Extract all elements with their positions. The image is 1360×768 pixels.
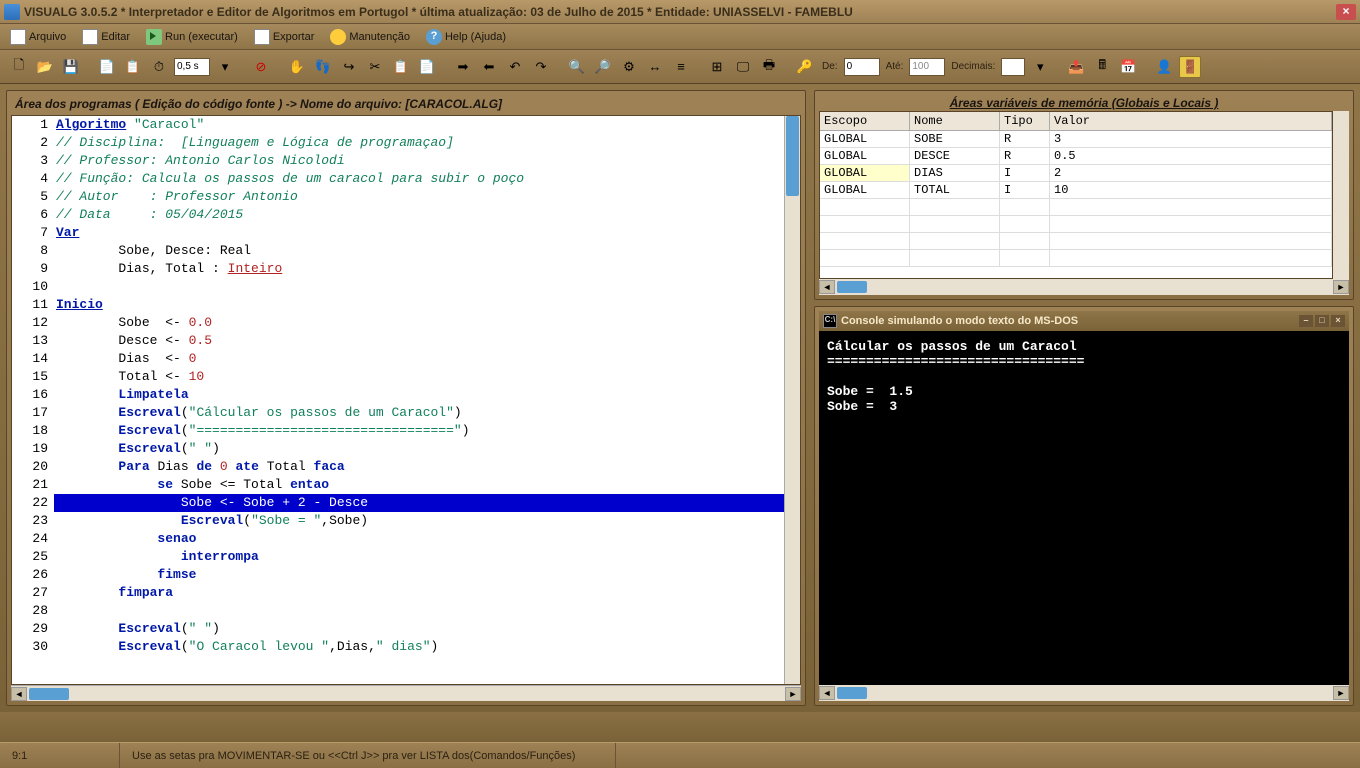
console-close-button[interactable]: × <box>1331 315 1345 327</box>
decimais-input[interactable] <box>1001 58 1025 76</box>
vars-hscrollbar[interactable]: ◄ ► <box>819 279 1349 295</box>
help-icon: ? <box>426 29 442 45</box>
console-title: Console simulando o modo texto do MS-DOS <box>841 315 1078 327</box>
variables-body[interactable]: GLOBALSOBER3GLOBALDESCER0.5GLOBALDIASI2G… <box>820 131 1332 278</box>
menu-run[interactable]: Run (executar) <box>140 27 244 47</box>
run-icon <box>146 29 162 45</box>
decimais-label: Decimais: <box>951 61 995 72</box>
console-minimize-button[interactable]: – <box>1299 315 1313 327</box>
variable-row[interactable]: GLOBALDESCER0.5 <box>820 148 1332 165</box>
menu-manutencao[interactable]: Manutenção <box>324 27 416 47</box>
variable-row[interactable]: GLOBALTOTALI10 <box>820 182 1332 199</box>
step-button[interactable]: 👣 <box>312 56 334 78</box>
scroll-right-icon[interactable]: ► <box>785 687 801 701</box>
open-button[interactable]: 📂 <box>34 56 56 78</box>
exit-button[interactable]: 🚪 <box>1179 56 1201 78</box>
statusbar: 9:1 Use as setas pra MOVIMENTAR-SE ou <<… <box>0 742 1360 768</box>
code-editor[interactable]: Algoritmo "Caracol"// Disciplina: [Lingu… <box>54 116 784 684</box>
step-over-button[interactable]: ↪ <box>338 56 360 78</box>
stop-button[interactable]: ⊘ <box>250 56 272 78</box>
paste-button[interactable]: 📄 <box>416 56 438 78</box>
editor-header: Área dos programas ( Edição do código fo… <box>11 95 801 113</box>
dropdown2-button[interactable]: ▾ <box>1029 56 1051 78</box>
menu-exportar[interactable]: Exportar <box>248 27 321 47</box>
window-button[interactable]: ⊞ <box>706 56 728 78</box>
dropdown-button[interactable]: ▾ <box>214 56 236 78</box>
de-input[interactable] <box>844 58 880 76</box>
console-maximize-button[interactable]: □ <box>1315 315 1329 327</box>
export-icon <box>254 29 270 45</box>
editor-vscrollbar[interactable] <box>784 116 800 684</box>
file-icon <box>10 29 26 45</box>
variables-title: Áreas variáveis de memória (Globais e Lo… <box>819 95 1349 111</box>
app-icon <box>4 4 20 20</box>
scroll-left-icon[interactable]: ◄ <box>11 687 27 701</box>
calc-button[interactable]: 🖩 <box>1091 56 1113 78</box>
redo-button[interactable]: ↷ <box>530 56 552 78</box>
timer-button[interactable]: ⏱ <box>148 56 170 78</box>
key-button[interactable]: 🔑 <box>794 56 816 78</box>
hand-button[interactable]: ✋ <box>286 56 308 78</box>
ate-label: Até: <box>886 61 904 72</box>
save-button[interactable]: 💾 <box>60 56 82 78</box>
find-button[interactable]: 🔍 <box>566 56 588 78</box>
list-button[interactable]: 📋 <box>122 56 144 78</box>
line-gutter: 1234567891011121314151617181920212223242… <box>12 116 54 684</box>
console-output[interactable]: Cálcular os passos de um Caracol =======… <box>819 331 1349 685</box>
vars-vscrollbar[interactable] <box>1333 111 1349 279</box>
export2-button[interactable]: 📤 <box>1065 56 1087 78</box>
variables-panel: Áreas variáveis de memória (Globais e Lo… <box>814 90 1354 300</box>
maintenance-icon <box>330 29 346 45</box>
console-icon: C:\ <box>823 314 837 328</box>
variable-row[interactable]: GLOBALDIASI2 <box>820 165 1332 182</box>
menu-arquivo[interactable]: Arquivo <box>4 27 72 47</box>
editor-panel: Área dos programas ( Edição do código fo… <box>6 90 806 706</box>
doc-button[interactable]: 📄 <box>96 56 118 78</box>
menubar: Arquivo Editar Run (executar) Exportar M… <box>0 24 1360 50</box>
toolbar: 🗋 📂 💾 📄 📋 ⏱ ▾ ⊘ ✋ 👣 ↪ ✂ 📋 📄 ➡ ⬅ ↶ ↷ 🔍 🔎 … <box>0 50 1360 84</box>
undo-button[interactable]: ↶ <box>504 56 526 78</box>
delay-input[interactable] <box>174 58 210 76</box>
de-label: De: <box>822 61 838 72</box>
menu-editar[interactable]: Editar <box>76 27 136 47</box>
cursor-position: 9:1 <box>0 743 120 768</box>
console-titlebar: C:\ Console simulando o modo texto do MS… <box>819 311 1349 331</box>
print-button[interactable]: 🖶 <box>758 56 780 78</box>
cut-button[interactable]: ✂ <box>364 56 386 78</box>
replace-button[interactable]: ⚙ <box>618 56 640 78</box>
console-hscrollbar[interactable]: ◄ ► <box>819 685 1349 701</box>
screen-button[interactable]: 🖵 <box>732 56 754 78</box>
variables-header: Escopo Nome Tipo Valor <box>820 112 1332 131</box>
edit-icon <box>82 29 98 45</box>
console-panel: C:\ Console simulando o modo texto do MS… <box>814 306 1354 706</box>
window-titlebar: VISUALG 3.0.5.2 * Interpretador e Editor… <box>0 0 1360 24</box>
find-next-button[interactable]: 🔎 <box>592 56 614 78</box>
indent-button[interactable]: ➡ <box>452 56 474 78</box>
window-title: VISUALG 3.0.5.2 * Interpretador e Editor… <box>24 5 853 19</box>
outdent-button[interactable]: ⬅ <box>478 56 500 78</box>
new-button[interactable]: 🗋 <box>8 56 30 78</box>
ate-input[interactable] <box>909 58 945 76</box>
variable-row[interactable]: GLOBALSOBER3 <box>820 131 1332 148</box>
calendar-button[interactable]: 📅 <box>1117 56 1139 78</box>
menu-help[interactable]: ?Help (Ajuda) <box>420 27 512 47</box>
goto-button[interactable]: ↔ <box>644 56 666 78</box>
status-hint: Use as setas pra MOVIMENTAR-SE ou <<Ctrl… <box>120 743 616 768</box>
lines-button[interactable]: ≡ <box>670 56 692 78</box>
about-button[interactable]: 👤 <box>1153 56 1175 78</box>
editor-hscrollbar[interactable]: ◄ ► <box>11 685 801 701</box>
window-close-button[interactable]: × <box>1336 4 1356 20</box>
copy-button[interactable]: 📋 <box>390 56 412 78</box>
